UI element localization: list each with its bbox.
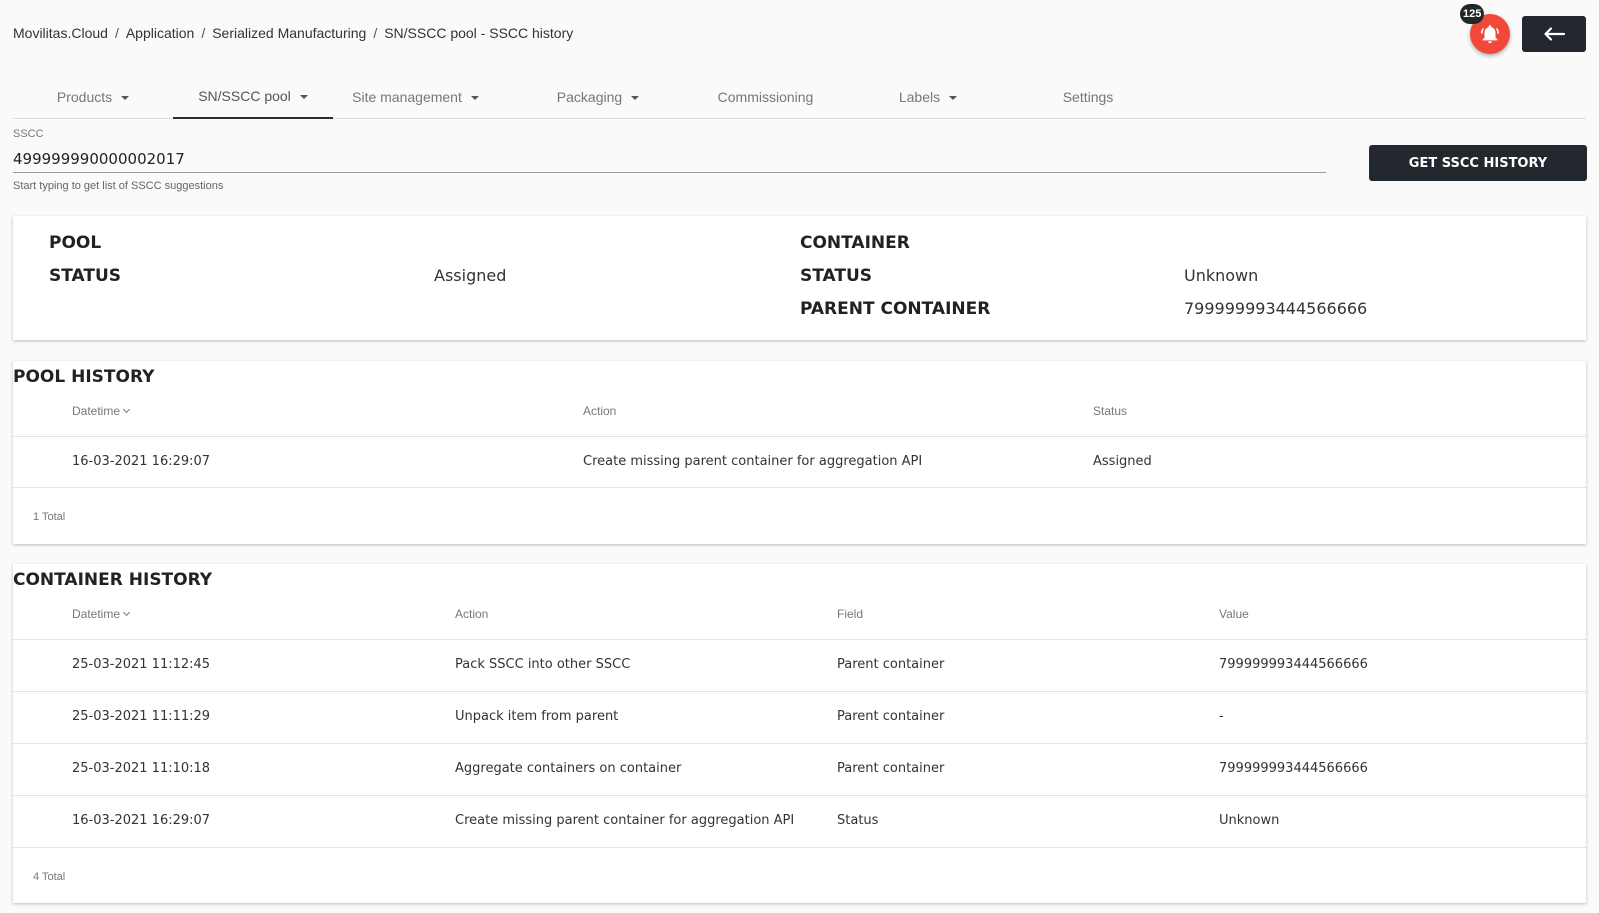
cell-action: Unpack item from parent	[455, 709, 619, 724]
main-nav-tabs: Products SN/SSCC pool Site management Pa…	[13, 74, 1586, 119]
container-status-value: Unknown	[1184, 266, 1259, 285]
breadcrumb-separator: /	[114, 25, 119, 41]
tab-label: Products	[56, 88, 113, 105]
tab-label: Settings	[1062, 88, 1114, 105]
sort-chevron-down-icon	[122, 608, 131, 617]
caret-down-icon	[470, 95, 479, 100]
cell-action: Create missing parent container for aggr…	[455, 813, 795, 828]
tab-label: Site management	[352, 88, 462, 105]
caret-down-icon	[121, 95, 130, 100]
pool-status-value: Assigned	[434, 266, 507, 285]
container-status-label: STATUS	[800, 266, 873, 286]
tab-sn-sscc-pool[interactable]: SN/SSCC pool	[173, 74, 333, 119]
caret-down-icon	[949, 95, 958, 100]
cell-field: Parent container	[837, 709, 945, 724]
cell-action: Pack SSCC into other SSCC	[455, 657, 631, 672]
container-heading: CONTAINER	[800, 233, 910, 253]
sscc-field-label: SSCC	[13, 128, 44, 140]
back-button[interactable]	[1522, 16, 1586, 52]
column-header-field: Field	[837, 607, 864, 621]
cell-field: Parent container	[837, 657, 945, 672]
pool-history-title: POOL HISTORY	[13, 367, 155, 387]
pool-history-total: 1 Total	[33, 511, 66, 523]
column-header-datetime[interactable]: Datetime	[72, 404, 131, 418]
breadcrumb-separator: /	[373, 25, 378, 41]
notifications: 125	[1460, 4, 1510, 54]
breadcrumb-item-serialized-manufacturing[interactable]: Serialized Manufacturing	[212, 25, 366, 41]
breadcrumb: Movilitas.Cloud / Application / Serializ…	[13, 25, 573, 41]
tab-label: SN/SSCC pool	[198, 87, 291, 104]
container-history-title: CONTAINER HISTORY	[13, 570, 213, 590]
table-row: 16-03-2021 16:29:07 Create missing paren…	[13, 436, 1586, 487]
tab-products[interactable]: Products	[13, 74, 173, 119]
cell-status: Assigned	[1093, 454, 1152, 469]
breadcrumb-item-application[interactable]: Application	[126, 25, 195, 41]
column-header-action: Action	[455, 607, 489, 621]
tab-label: Labels	[898, 88, 941, 105]
tab-label: Packaging	[556, 88, 623, 105]
sscc-input[interactable]	[13, 145, 1326, 173]
notification-count-badge: 125	[1460, 4, 1485, 24]
container-history-card: CONTAINER HISTORY Datetime Action Field …	[13, 564, 1586, 903]
cell-datetime: 25-03-2021 11:12:45	[72, 657, 211, 672]
cell-datetime: 16-03-2021 16:29:07	[72, 454, 211, 469]
column-header-datetime[interactable]: Datetime	[72, 607, 131, 621]
parent-container-label: PARENT CONTAINER	[800, 299, 991, 319]
summary-card: POOL STATUS Assigned CONTAINER STATUS Un…	[13, 216, 1586, 340]
table-row: 25-03-2021 11:12:45 Pack SSCC into other…	[13, 639, 1586, 690]
bell-icon	[1481, 25, 1499, 44]
caret-down-icon	[299, 94, 308, 99]
arrow-left-icon	[1544, 27, 1565, 41]
cell-datetime: 16-03-2021 16:29:07	[72, 813, 211, 828]
parent-container-value: 799999993444566666	[1184, 299, 1368, 318]
table-row: 25-03-2021 11:11:29 Unpack item from par…	[13, 691, 1586, 742]
cell-action: Create missing parent container for aggr…	[583, 454, 923, 469]
divider	[13, 487, 1586, 488]
column-header-action: Action	[583, 404, 617, 418]
column-header-status: Status	[1093, 404, 1128, 418]
tab-site-management[interactable]: Site management	[333, 74, 498, 119]
tab-label: Commissioning	[717, 88, 814, 105]
cell-datetime: 25-03-2021 11:10:18	[72, 761, 211, 776]
breadcrumb-separator: /	[201, 25, 206, 41]
pool-heading: POOL	[49, 233, 102, 253]
pool-status-label: STATUS	[49, 266, 122, 286]
sort-chevron-down-icon	[122, 405, 131, 414]
cell-value: 799999993444566666	[1219, 657, 1368, 672]
container-history-total: 4 Total	[33, 871, 66, 883]
tab-settings[interactable]: Settings	[1008, 74, 1168, 119]
sscc-field-hint: Start typing to get list of SSCC suggest…	[13, 180, 224, 192]
cell-field: Status	[837, 813, 879, 828]
cell-datetime: 25-03-2021 11:11:29	[72, 709, 211, 724]
cell-field: Parent container	[837, 761, 945, 776]
breadcrumb-item-current: SN/SSCC pool - SSCC history	[384, 25, 574, 41]
tab-labels[interactable]: Labels	[848, 74, 1008, 119]
cell-value: 799999993444566666	[1219, 761, 1368, 776]
caret-down-icon	[631, 95, 640, 100]
breadcrumb-item-home[interactable]: Movilitas.Cloud	[13, 25, 108, 41]
tab-packaging[interactable]: Packaging	[518, 74, 678, 119]
divider	[13, 847, 1586, 848]
column-header-value: Value	[1219, 607, 1249, 621]
get-sscc-history-button[interactable]: GET SSCC HISTORY	[1369, 145, 1587, 181]
table-row: 25-03-2021 11:10:18 Aggregate containers…	[13, 743, 1586, 794]
cell-value: Unknown	[1219, 813, 1280, 828]
cell-action: Aggregate containers on container	[455, 761, 682, 776]
pool-history-card: POOL HISTORY Datetime Action Status 16-0…	[13, 361, 1586, 544]
cell-value: -	[1219, 709, 1224, 724]
tab-commissioning[interactable]: Commissioning	[683, 74, 848, 119]
table-row: 16-03-2021 16:29:07 Create missing paren…	[13, 795, 1586, 846]
